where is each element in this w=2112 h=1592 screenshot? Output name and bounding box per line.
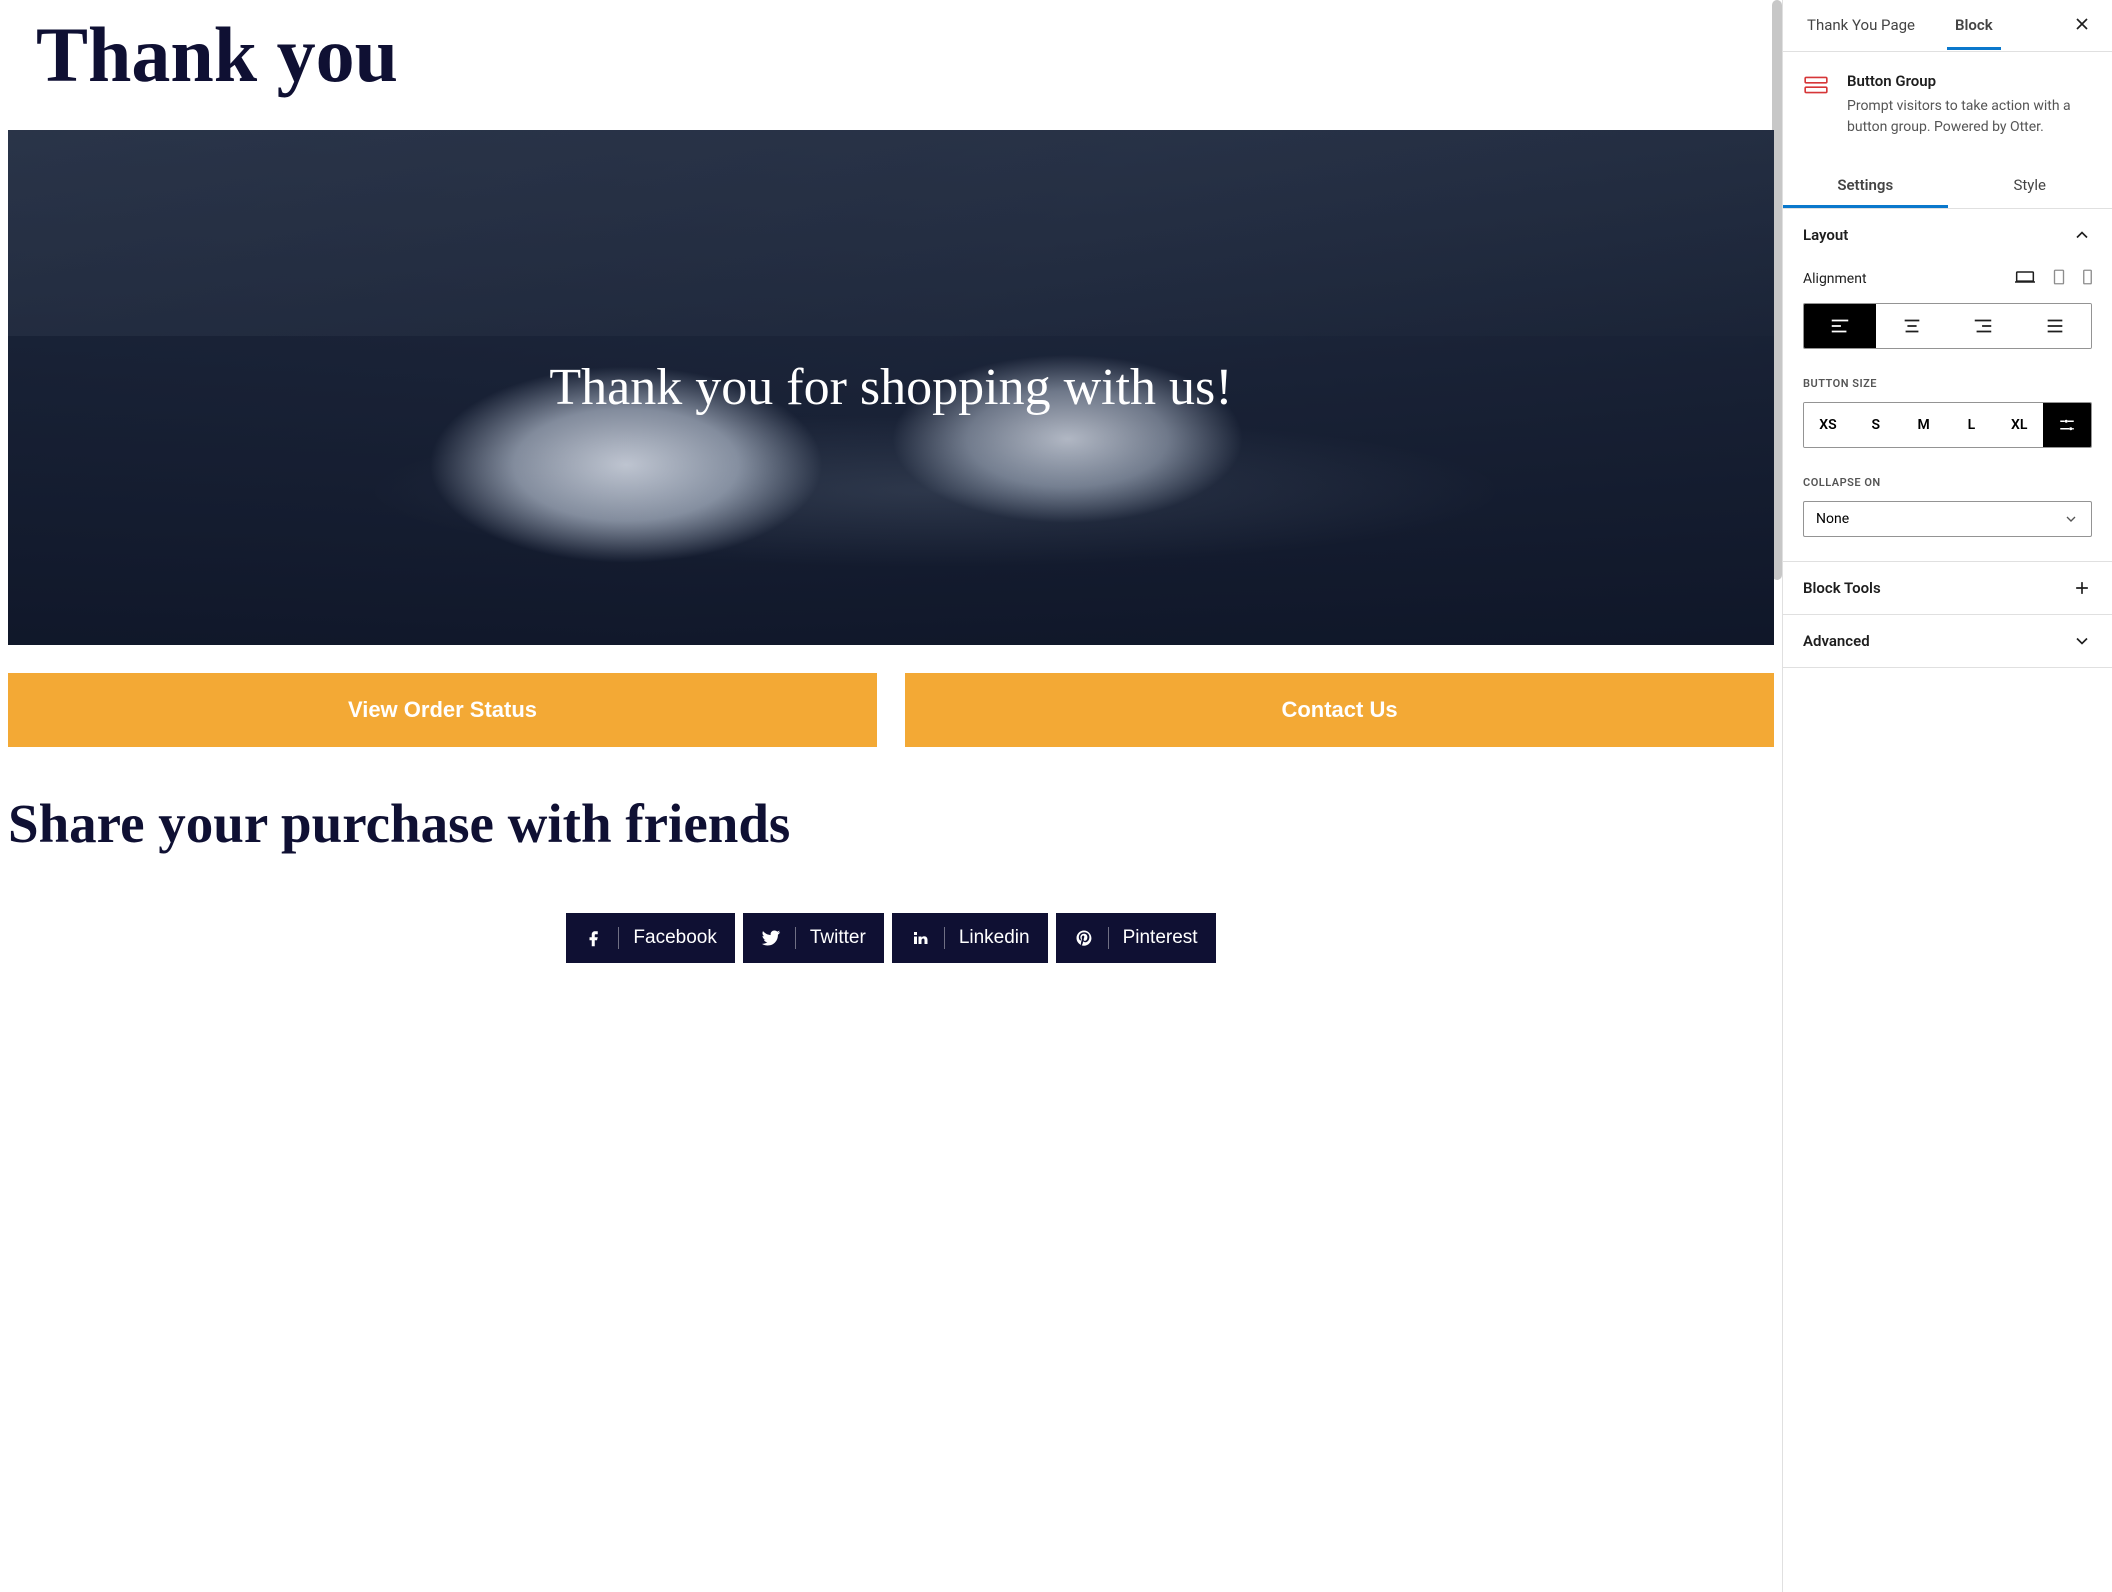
tab-block[interactable]: Block <box>1947 1 2001 50</box>
size-l[interactable]: L <box>1947 403 1995 447</box>
align-justify-button[interactable] <box>2019 304 2091 348</box>
alignment-label: Alignment <box>1803 271 1867 287</box>
tab-settings[interactable]: Settings <box>1783 162 1948 208</box>
twitter-icon <box>761 928 781 948</box>
tablet-icon[interactable] <box>2053 269 2065 289</box>
social-buttons-block[interactable]: Facebook Twitter Linkedin Pinterest <box>8 913 1774 963</box>
collapse-on-select[interactable]: None <box>1803 501 2092 537</box>
responsive-device-toggle <box>2015 269 2092 289</box>
tab-style[interactable]: Style <box>1948 162 2112 208</box>
settings-sidebar: Thank You Page Block Button Group Prompt… <box>1782 0 2112 1592</box>
align-center-button[interactable] <box>1876 304 1948 348</box>
editor-canvas: Thank you Thank you for shopping with us… <box>0 0 1782 1592</box>
facebook-icon <box>584 928 604 948</box>
desktop-icon[interactable] <box>2015 269 2035 289</box>
social-label: Facebook <box>633 927 716 949</box>
button-size-label: BUTTON SIZE <box>1803 377 2092 390</box>
size-xs[interactable]: XS <box>1804 403 1852 447</box>
sidebar-tabs: Thank You Page Block <box>1783 0 2112 52</box>
pinterest-button[interactable]: Pinterest <box>1056 913 1216 963</box>
size-s[interactable]: S <box>1852 403 1900 447</box>
linkedin-icon <box>910 928 930 948</box>
button-group-icon <box>1803 72 1829 98</box>
alignment-segmented <box>1803 303 2092 349</box>
collapse-on-label: COLLAPSE ON <box>1803 476 2092 489</box>
linkedin-button[interactable]: Linkedin <box>892 913 1048 963</box>
tab-thank-you-page[interactable]: Thank You Page <box>1799 1 1923 50</box>
social-label: Pinterest <box>1123 927 1198 949</box>
social-label: Linkedin <box>959 927 1030 949</box>
contact-us-button[interactable]: Contact Us <box>905 673 1774 747</box>
advanced-header[interactable]: Advanced <box>1783 615 2112 667</box>
close-sidebar-button[interactable] <box>2068 10 2096 42</box>
mobile-icon[interactable] <box>2083 269 2092 289</box>
hero-image-block[interactable]: Thank you for shopping with us! <box>8 130 1774 645</box>
layout-panel: Layout Alignment <box>1783 209 2112 562</box>
share-heading[interactable]: Share your purchase with friends <box>8 792 1774 855</box>
align-right-button[interactable] <box>1948 304 2020 348</box>
hero-text[interactable]: Thank you for shopping with us! <box>549 358 1232 417</box>
block-tools-panel: Block Tools <box>1783 562 2112 615</box>
sliders-icon <box>2058 416 2076 434</box>
pinterest-icon <box>1074 928 1094 948</box>
align-left-button[interactable] <box>1804 304 1876 348</box>
button-group-block[interactable]: View Order Status Contact Us <box>8 673 1774 747</box>
chevron-up-icon <box>2072 225 2092 245</box>
advanced-panel: Advanced <box>1783 615 2112 668</box>
block-name: Button Group <box>1847 72 2092 90</box>
view-order-status-button[interactable]: View Order Status <box>8 673 877 747</box>
button-size-segmented: XS S M L XL <box>1803 402 2092 448</box>
secondary-tabs: Settings Style <box>1783 162 2112 209</box>
social-label: Twitter <box>810 927 866 949</box>
page-title[interactable]: Thank you <box>36 10 1774 100</box>
twitter-button[interactable]: Twitter <box>743 913 884 963</box>
layout-panel-header[interactable]: Layout <box>1783 209 2112 261</box>
facebook-button[interactable]: Facebook <box>566 913 734 963</box>
size-m[interactable]: M <box>1900 403 1948 447</box>
plus-icon <box>2072 578 2092 598</box>
block-info: Button Group Prompt visitors to take act… <box>1783 52 2112 162</box>
block-tools-header[interactable]: Block Tools <box>1783 562 2112 614</box>
size-xl[interactable]: XL <box>1995 403 2043 447</box>
block-description: Prompt visitors to take action with a bu… <box>1847 96 2092 138</box>
size-custom[interactable] <box>2043 403 2091 447</box>
chevron-down-icon <box>2072 631 2092 651</box>
chevron-down-icon <box>2063 511 2079 527</box>
